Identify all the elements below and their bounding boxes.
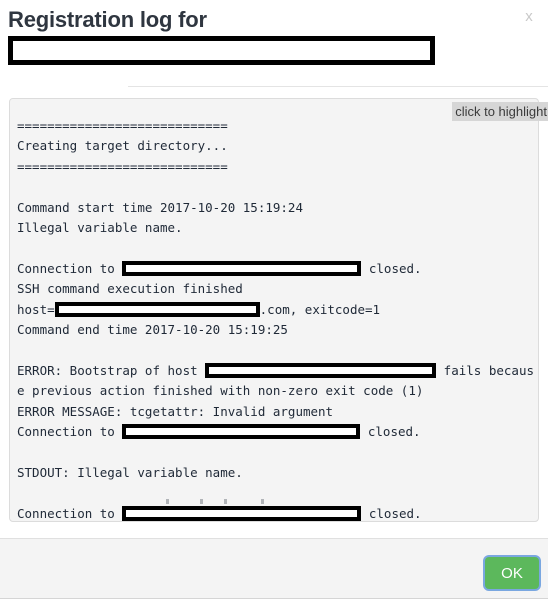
close-icon[interactable]: x [520, 8, 538, 26]
log-line-connection-closed: Connection to closed. [17, 259, 538, 279]
page-title: Registration log for [8, 7, 207, 32]
log-text-after: fails becaus [436, 362, 534, 378]
log-line: ============================ [17, 158, 228, 174]
log-line: e previous action finished with non-zero… [17, 383, 424, 399]
log-line-start-time: Command start time 2017-10-20 15:19:24 [17, 199, 303, 215]
log-text-before: Connection to [17, 505, 123, 521]
log-line: Illegal variable name. [17, 220, 183, 236]
log-line-stdout: STDOUT: Illegal variable name. [17, 464, 243, 480]
log-output[interactable]: ============================ Creating tar… [10, 99, 538, 521]
log-line-connection-closed: Connection to closed. [17, 498, 538, 521]
log-text-after: closed. [361, 260, 422, 276]
log-blank-line [17, 483, 538, 503]
log-line-connection-closed: Connection to closed. [17, 422, 538, 442]
log-line: SSH command execution finished [17, 281, 243, 297]
log-line-host-exitcode: host= .com, exitcode=1 [17, 300, 538, 320]
log-text-after: .com, exitcode=1 [259, 301, 381, 317]
tab-strip-divider [0, 72, 548, 87]
log-blank-line [17, 442, 538, 462]
ok-button[interactable]: OK [485, 557, 539, 589]
log-text-after: closed. [361, 505, 422, 521]
click-to-highlight-hint[interactable]: click to highlight [452, 102, 548, 121]
redacted-hostname-box [122, 260, 362, 276]
log-blank-line [17, 340, 538, 360]
log-blank-line [17, 238, 538, 258]
log-line-error-message: ERROR MESSAGE: tcgetattr: Invalid argume… [17, 403, 334, 419]
redacted-hostname-group [122, 498, 362, 521]
log-text-before: host= [17, 301, 55, 317]
log-text-before: ERROR: Bootstrap of host [17, 362, 206, 378]
redacted-hostname-box [54, 301, 260, 317]
redacted-hostname-box [122, 505, 362, 521]
dialog-header: Registration log for x [0, 0, 548, 72]
dialog-footer: OK [0, 538, 548, 599]
log-text-before: Connection to [17, 260, 123, 276]
redacted-subject-box [8, 36, 435, 65]
log-text-before: Connection to [17, 424, 123, 440]
log-blank-line [17, 177, 538, 197]
log-line-end-time: Command end time 2017-10-20 15:19:25 [17, 322, 288, 338]
registration-log-panel[interactable]: ============================ Creating tar… [9, 98, 539, 522]
redacted-hostname-box [205, 362, 437, 378]
log-line: Creating target directory... [17, 138, 228, 154]
log-line-error-bootstrap: ERROR: Bootstrap of host fails becaus [17, 361, 538, 381]
log-text-after: closed. [360, 424, 421, 440]
log-panel-wrapper: ============================ Creating tar… [9, 98, 548, 522]
redacted-hostname-box [122, 424, 361, 440]
